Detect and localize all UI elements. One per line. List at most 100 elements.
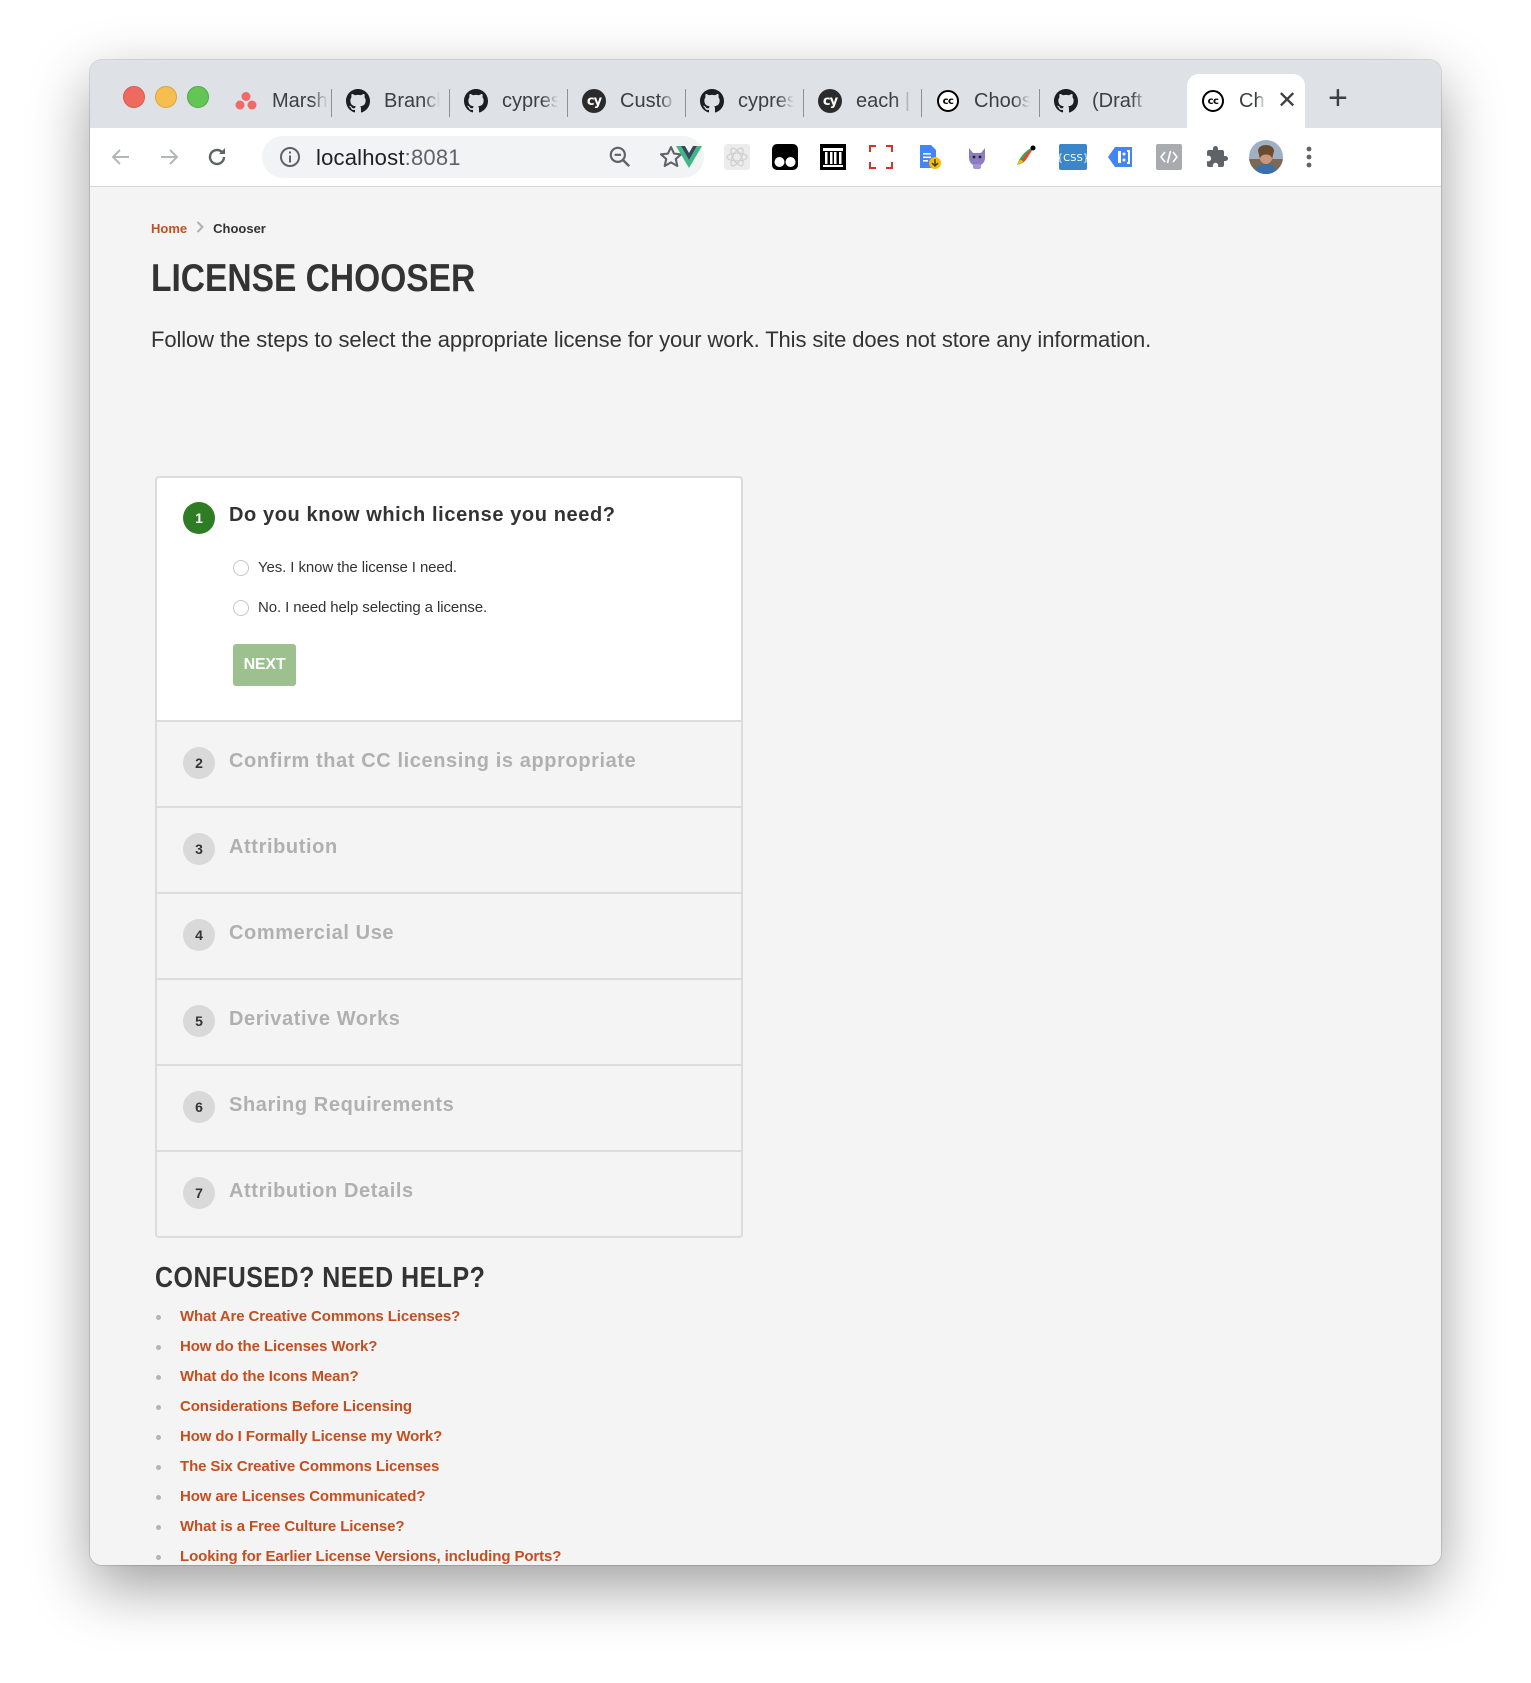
next-button[interactable]: NEXT (233, 644, 296, 686)
cat-extension-icon[interactable] (963, 143, 991, 171)
radio-label[interactable]: No. I need help selecting a license. (258, 599, 487, 616)
step-number-badge: 4 (183, 919, 215, 951)
address-bar[interactable]: localhost:8081 (262, 136, 704, 178)
react-devtools-icon[interactable] (723, 143, 751, 171)
step-heading: Attribution (229, 836, 338, 858)
help-link[interactable]: How do I Formally License my Work? (180, 1428, 442, 1445)
tab[interactable]: Branch (332, 74, 450, 128)
tab-title: Custo (620, 89, 673, 112)
list-item: What is a Free Culture License? (155, 1511, 561, 1541)
info-icon[interactable] (278, 145, 302, 174)
color-picker-icon[interactable] (1011, 143, 1039, 171)
minimize-window-button[interactable] (155, 86, 177, 108)
tab[interactable]: cc Choos (922, 74, 1040, 128)
help-link[interactable]: Considerations Before Licensing (180, 1398, 412, 1415)
arrow-left-icon (111, 149, 129, 165)
help-link[interactable]: What Are Creative Commons Licenses? (180, 1308, 460, 1325)
step-number-badge: 2 (183, 747, 215, 779)
screenshot-icon[interactable] (867, 143, 895, 171)
page-subtitle: Follow the steps to select the appropria… (151, 327, 1152, 352)
creative-commons-icon: cc (1201, 89, 1225, 113)
help-link[interactable]: Looking for Earlier License Versions, in… (180, 1548, 561, 1565)
menu-kebab-icon[interactable] (1295, 143, 1323, 171)
help-link[interactable]: The Six Creative Commons Licenses (180, 1458, 439, 1475)
list-item: What do the Icons Mean? (155, 1361, 561, 1391)
tampermonkey-icon[interactable] (771, 143, 799, 171)
step-3[interactable]: 3 Attribution (157, 806, 741, 892)
web-developer-icon[interactable] (1155, 143, 1183, 171)
page-title: LICENSE CHOOSER (151, 257, 476, 300)
page-content: Home Chooser LICENSE CHOOSER Follow the … (90, 187, 1441, 1565)
reload-button[interactable] (200, 140, 234, 174)
help-heading: CONFUSED? NEED HELP? (155, 1262, 486, 1294)
breadcrumb: Home Chooser (151, 221, 266, 236)
step-4[interactable]: 4 Commercial Use (157, 892, 741, 978)
step-5[interactable]: 5 Derivative Works (157, 978, 741, 1064)
radio-label[interactable]: Yes. I know the license I need. (258, 559, 457, 576)
step-heading: Confirm that CC licensing is appropriate (229, 750, 637, 772)
arrow-right-icon (161, 149, 179, 165)
step-heading: Do you know which license you need? (229, 504, 616, 526)
forward-button[interactable] (152, 140, 186, 174)
step-heading: Commercial Use (229, 922, 395, 944)
docs-download-icon[interactable] (915, 143, 943, 171)
tab-title: Marsh (272, 89, 328, 112)
svg-text:{CSS}: {CSS} (1059, 153, 1087, 164)
step-2[interactable]: 2 Confirm that CC licensing is appropria… (157, 720, 741, 806)
radio-option-yes[interactable]: Yes. I know the license I need. (233, 559, 457, 576)
extensions-puzzle-icon[interactable] (1203, 143, 1231, 171)
help-link[interactable]: How are Licenses Communicated? (180, 1488, 426, 1505)
back-button[interactable] (104, 140, 138, 174)
archive-icon[interactable] (819, 143, 847, 171)
step-7[interactable]: 7 Attribution Details (157, 1150, 741, 1236)
radio-button[interactable] (233, 599, 249, 616)
tab[interactable]: (Draft (1040, 74, 1158, 128)
tab-title: Branch (384, 89, 440, 112)
help-link[interactable]: How do the Licenses Work? (180, 1338, 377, 1355)
tab-title: cypress (738, 89, 794, 112)
zoom-icon[interactable] (607, 144, 633, 175)
browser-window: Marsh Branch cypress cy Custo cyp (90, 60, 1441, 1565)
close-window-button[interactable] (123, 86, 145, 108)
help-links-list: What Are Creative Commons Licenses? How … (155, 1301, 561, 1565)
new-tab-button[interactable]: + (1328, 78, 1348, 118)
reload-icon (208, 148, 226, 166)
close-tab-icon[interactable]: ✕ (1277, 89, 1297, 113)
step-number-badge: 6 (183, 1091, 215, 1123)
step-number-badge: 3 (183, 833, 215, 865)
maximize-window-button[interactable] (187, 86, 209, 108)
css-viewer-icon[interactable]: {CSS} (1059, 143, 1087, 171)
license-stepper: 1 Do you know which license you need? Ye… (155, 476, 743, 1238)
cypress-icon: cy (582, 89, 606, 113)
tab-title: each | (856, 89, 911, 112)
step-heading: Derivative Works (229, 1008, 401, 1030)
step-number-badge: 1 (183, 502, 215, 534)
step-6[interactable]: 6 Sharing Requirements (157, 1064, 741, 1150)
tab[interactable]: cypress (450, 74, 568, 128)
breadcrumb-current: Chooser (213, 221, 266, 236)
url-text[interactable]: localhost:8081 (316, 145, 461, 171)
step-heading: Sharing Requirements (229, 1094, 455, 1116)
list-item: How do the Licenses Work? (155, 1331, 561, 1361)
tab-active[interactable]: cc Ch ✕ (1187, 74, 1305, 128)
browser-toolbar: localhost:8081 CSS (90, 128, 1441, 187)
radio-button[interactable] (233, 559, 249, 576)
tab[interactable]: Marsh (220, 74, 332, 128)
help-link[interactable]: What is a Free Culture License? (180, 1518, 405, 1535)
breadcrumb-home-link[interactable]: Home (151, 221, 187, 236)
tab[interactable]: cypress (686, 74, 804, 128)
radio-option-no[interactable]: No. I need help selecting a license. (233, 599, 487, 616)
tab-title: cypress (502, 89, 558, 112)
tab[interactable]: cy each | (804, 74, 922, 128)
list-item: Looking for Earlier License Versions, in… (155, 1541, 561, 1565)
help-link[interactable]: What do the Icons Mean? (180, 1368, 359, 1385)
tab-title: Choos (974, 89, 1030, 112)
tab-title: Ch (1239, 89, 1265, 112)
vue-devtools-icon[interactable] (675, 143, 703, 171)
step-number-badge: 7 (183, 1177, 215, 1209)
list-item: What Are Creative Commons Licenses? (155, 1301, 561, 1331)
tab[interactable]: cy Custo (568, 74, 686, 128)
asana-icon (234, 89, 258, 113)
tag-assistant-icon[interactable] (1107, 143, 1135, 171)
profile-avatar[interactable] (1248, 139, 1284, 175)
